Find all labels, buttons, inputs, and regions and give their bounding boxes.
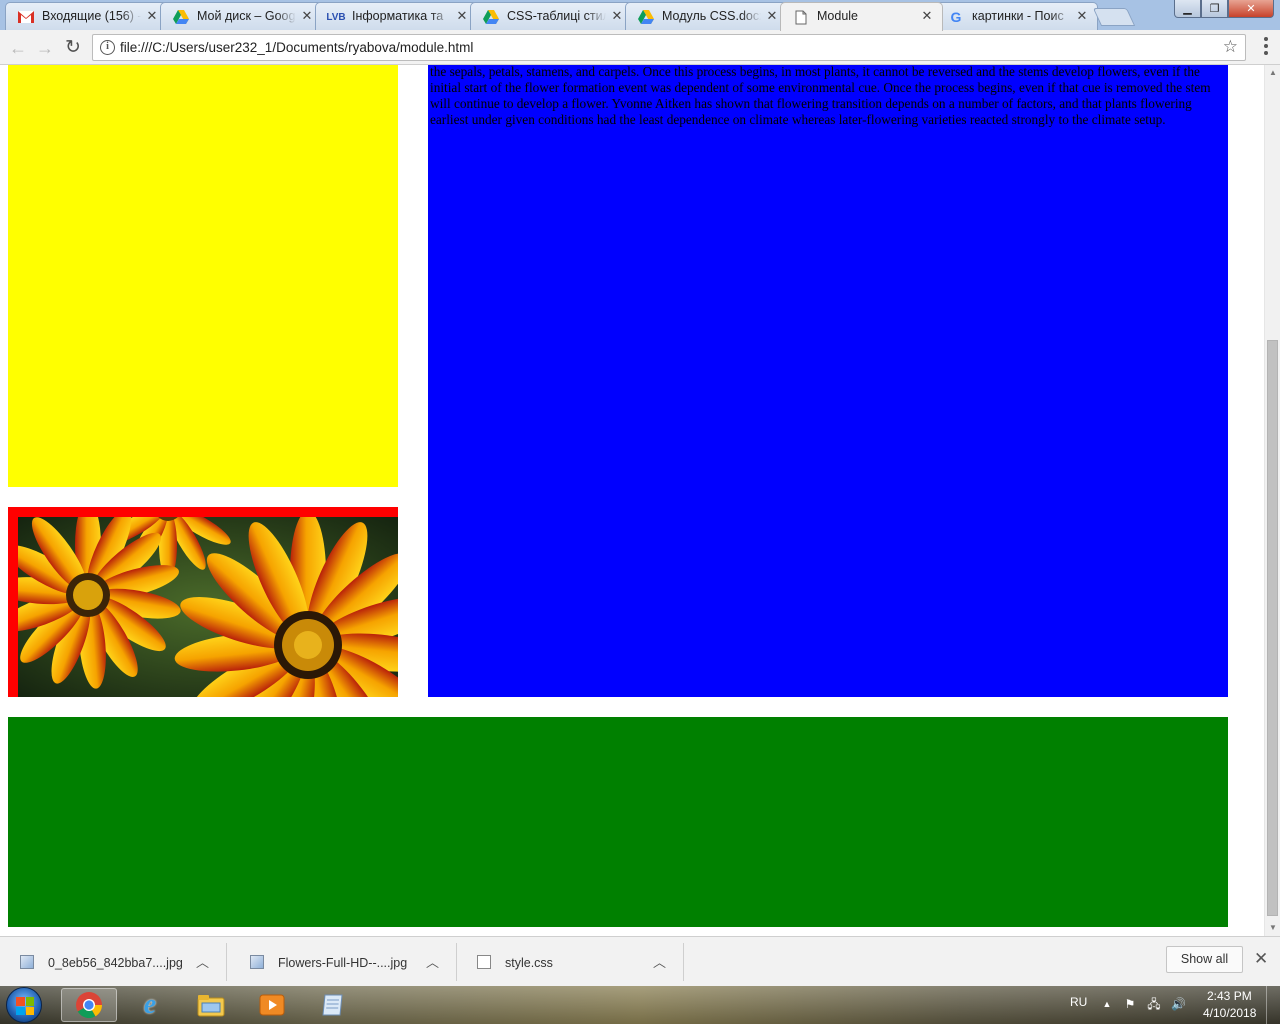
chrome-menu-icon[interactable] [1264, 37, 1268, 55]
green-footer-block [8, 717, 1228, 927]
tab-module-docx[interactable]: Модуль CSS.docx ✕ [625, 2, 788, 30]
windows-taskbar: e RU ▲ ⚑ 🖧 🔊 2:43 PM 4/10/2018 [0, 986, 1280, 1024]
back-button[interactable]: ← [6, 36, 30, 60]
minimize-icon: ▁ [1183, 3, 1192, 15]
window-controls: ▁ ❐ ✕ [1174, 0, 1274, 18]
download-filename: Flowers-Full-HD--....jpg [278, 956, 408, 970]
url-text[interactable]: file:///C:/Users/user232_1/Documents/rya… [120, 40, 473, 55]
chevron-up-icon[interactable]: ▲ [1100, 997, 1114, 1011]
page-body-text: differentiation of leaf, but the stem ti… [430, 65, 1211, 127]
file-explorer-icon [197, 995, 225, 1017]
google-icon: G [950, 9, 962, 25]
lvb-icon: LVB [326, 11, 346, 23]
internet-explorer-icon: e [143, 989, 157, 1020]
taskbar-file-explorer[interactable] [183, 988, 239, 1022]
close-icon[interactable]: ✕ [1075, 9, 1089, 23]
google-drive-icon [173, 9, 189, 25]
show-desktop-button[interactable] [1266, 986, 1280, 1024]
page-viewport: differentiation of leaf, but the stem ti… [0, 65, 1264, 936]
taskbar-notepad[interactable] [305, 988, 361, 1022]
download-item[interactable]: style.css ︿ [457, 943, 684, 981]
flag-icon[interactable]: ⚑ [1123, 997, 1137, 1011]
reload-button[interactable]: ↻ [61, 36, 85, 60]
close-icon[interactable]: ✕ [765, 9, 779, 23]
tab-title: Мой диск – Goog [197, 9, 296, 23]
taskbar-media-player[interactable] [244, 988, 300, 1022]
network-icon[interactable]: 🖧 [1147, 997, 1161, 1011]
taskbar-internet-explorer[interactable]: e [122, 988, 178, 1022]
close-icon[interactable]: ✕ [920, 9, 934, 23]
gmail-icon [18, 9, 34, 25]
google-drive-icon [638, 9, 654, 25]
google-drive-icon [483, 9, 499, 25]
arrow-left-icon: ← [9, 38, 27, 58]
scroll-down-arrow-icon[interactable]: ▼ [1265, 920, 1280, 936]
download-item[interactable]: Flowers-Full-HD--....jpg ︿ [230, 943, 457, 981]
image-file-icon [250, 955, 264, 969]
tab-title: Інформатика та [352, 9, 444, 23]
tab-strip: Входящие (156) - ✕ Мой диск – Goog ✕ LVB… [0, 0, 1280, 31]
flower-image [18, 517, 398, 697]
tab-informatics[interactable]: LVB Інформатика та ✕ [315, 2, 478, 30]
tab-module[interactable]: Module ✕ [780, 2, 943, 31]
yellow-block [8, 65, 398, 487]
close-icon[interactable]: ✕ [610, 9, 624, 23]
notepad-icon [322, 994, 343, 1016]
tab-google-images[interactable]: G картинки - Поис ✕ [935, 2, 1098, 30]
maximize-button[interactable]: ❐ [1201, 0, 1228, 18]
image-file-icon [20, 955, 34, 969]
start-button[interactable] [6, 987, 42, 1023]
reload-icon: ↻ [65, 37, 81, 58]
download-filename: style.css [505, 956, 553, 970]
address-bar[interactable]: i file:///C:/Users/user232_1/Documents/r… [92, 34, 1246, 61]
windows-logo-icon [16, 997, 34, 1015]
language-indicator[interactable]: RU [1070, 995, 1087, 1009]
chevron-up-icon[interactable]: ︿ [653, 952, 666, 971]
tab-title: Модуль CSS.docx [662, 9, 761, 23]
tab-css-tables[interactable]: CSS-таблиці стил ✕ [470, 2, 633, 30]
tab-gmail[interactable]: Входящие (156) - ✕ [5, 2, 168, 30]
close-icon: ✕ [1246, 3, 1256, 15]
vertical-scrollbar[interactable]: ▲ ▼ [1264, 65, 1280, 936]
tab-title: Module [817, 9, 858, 23]
chrome-icon [76, 992, 103, 1019]
close-icon[interactable]: ✕ [455, 9, 469, 23]
close-icon[interactable]: ✕ [145, 9, 159, 23]
image-frame [8, 507, 398, 697]
scrollbar-thumb[interactable] [1267, 340, 1278, 916]
clock-time[interactable]: 2:43 PM [1207, 989, 1252, 1003]
close-icon[interactable]: ✕ [1254, 950, 1268, 967]
css-file-icon [477, 955, 491, 969]
tab-title: CSS-таблиці стил [507, 9, 606, 23]
page-icon [793, 9, 809, 25]
media-player-icon [259, 994, 285, 1016]
chevron-up-icon[interactable]: ︿ [426, 952, 439, 971]
taskbar-chrome[interactable] [61, 988, 117, 1022]
tab-google-drive[interactable]: Мой диск – Goog ✕ [160, 2, 323, 30]
restore-icon: ❐ [1209, 3, 1220, 15]
clock-date[interactable]: 4/10/2018 [1203, 1006, 1256, 1020]
download-shelf: 0_8eb56_842bba7....jpg ︿ Flowers-Full-HD… [0, 936, 1280, 986]
minimize-button[interactable]: ▁ [1174, 0, 1201, 18]
tab-title: картинки - Поис [972, 9, 1064, 23]
forward-button[interactable]: → [33, 36, 57, 60]
volume-icon[interactable]: 🔊 [1171, 997, 1186, 1011]
scroll-up-arrow-icon[interactable]: ▲ [1265, 65, 1280, 81]
show-all-downloads-button[interactable]: Show all [1166, 946, 1243, 973]
close-icon[interactable]: ✕ [300, 9, 314, 23]
tab-title: Входящие (156) - [42, 9, 141, 23]
download-filename: 0_8eb56_842bba7....jpg [48, 956, 183, 970]
close-window-button[interactable]: ✕ [1228, 0, 1274, 18]
arrow-right-icon: → [36, 38, 54, 58]
info-icon[interactable]: i [100, 40, 115, 55]
download-item[interactable]: 0_8eb56_842bba7....jpg ︿ [0, 943, 227, 981]
blue-content-block: differentiation of leaf, but the stem ti… [428, 65, 1228, 697]
bookmark-star-icon[interactable]: ☆ [1223, 37, 1238, 57]
chevron-up-icon[interactable]: ︿ [196, 952, 209, 971]
browser-toolbar: ← → ↻ i file:///C:/Users/user232_1/Docum… [0, 30, 1280, 65]
new-tab-button[interactable] [1092, 8, 1136, 26]
